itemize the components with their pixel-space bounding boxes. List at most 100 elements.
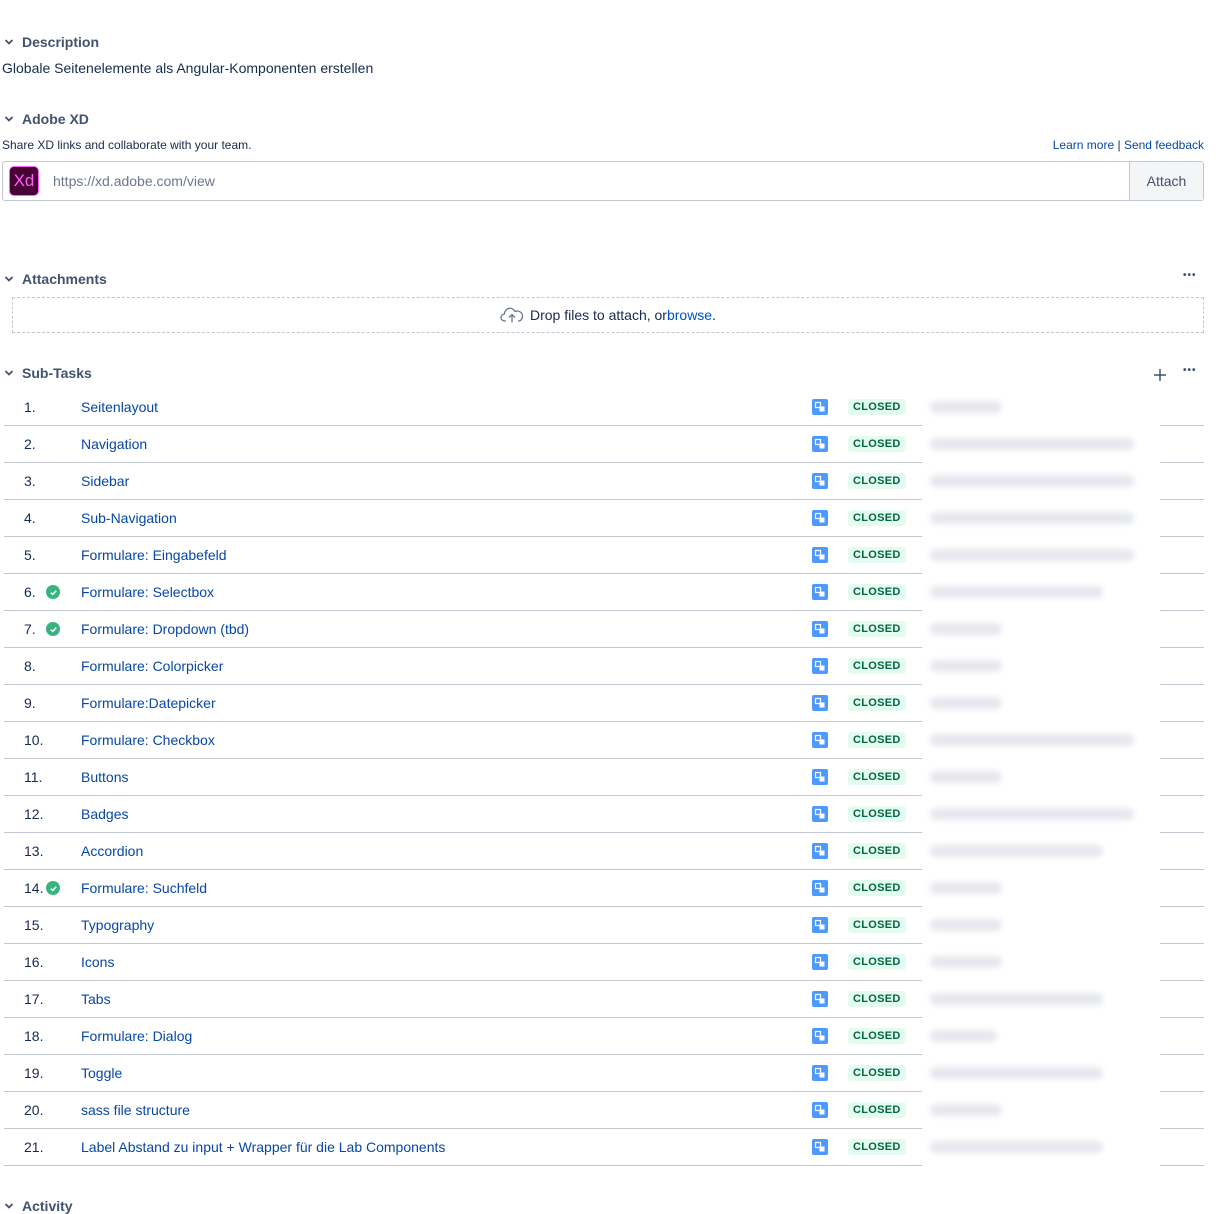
assignee-cell[interactable] [922, 1129, 1160, 1166]
subtasks-header[interactable]: Sub-Tasks [2, 365, 92, 381]
status-badge[interactable]: CLOSED [848, 769, 906, 785]
activity-header[interactable]: Activity [2, 1198, 73, 1214]
subtask-summary-link[interactable]: Sidebar [81, 463, 129, 499]
subtask-row[interactable]: 5. Formulare: Eingabefeld CLOSED [4, 537, 1204, 574]
subtask-summary-link[interactable]: sass file structure [81, 1092, 190, 1128]
subtask-row[interactable]: 17. Tabs CLOSED [4, 981, 1204, 1018]
assignee-cell[interactable] [922, 759, 1160, 796]
subtask-summary-link[interactable]: Formulare:Datepicker [81, 685, 216, 721]
add-subtask-icon[interactable] [1151, 366, 1169, 384]
subtask-summary-link[interactable]: Buttons [81, 759, 128, 795]
subtask-summary-link[interactable]: Formulare: Checkbox [81, 722, 215, 758]
subtask-summary-link[interactable]: Badges [81, 796, 128, 832]
assignee-cell[interactable] [922, 1018, 1160, 1055]
subtask-row[interactable]: 21. Label Abstand zu input + Wrapper für … [4, 1129, 1204, 1166]
subtask-summary-link[interactable]: Toggle [81, 1055, 122, 1091]
status-badge[interactable]: CLOSED [848, 1028, 906, 1044]
adobe-xd-header[interactable]: Adobe XD [2, 111, 89, 127]
status-badge[interactable]: CLOSED [848, 584, 906, 600]
status-badge[interactable]: CLOSED [848, 954, 906, 970]
subtask-summary-link[interactable]: Formulare: Dialog [81, 1018, 192, 1054]
subtask-row[interactable]: 1. Seitenlayout CLOSED [4, 389, 1204, 426]
subtasks-more-icon[interactable]: ••• [1183, 365, 1197, 376]
status-badge[interactable]: CLOSED [848, 880, 906, 896]
subtask-summary-link[interactable]: Navigation [81, 426, 147, 462]
description-text: Globale Seitenelemente als Angular-Kompo… [2, 60, 374, 76]
subtask-row[interactable]: 8. Formulare: Colorpicker CLOSED [4, 648, 1204, 685]
subtask-row[interactable]: 4. Sub-Navigation CLOSED [4, 500, 1204, 537]
subtask-row[interactable]: 15. Typography CLOSED [4, 907, 1204, 944]
status-badge[interactable]: CLOSED [848, 1102, 906, 1118]
assignee-cell[interactable] [922, 796, 1160, 833]
assignee-cell[interactable] [922, 500, 1160, 537]
subtask-row[interactable]: 7. Formulare: Dropdown (tbd) CLOSED [4, 611, 1204, 648]
assignee-cell[interactable] [922, 870, 1160, 907]
subtask-row[interactable]: 13. Accordion CLOSED [4, 833, 1204, 870]
assignee-cell[interactable] [922, 463, 1160, 500]
attachment-dropzone[interactable]: Drop files to attach, or browse. [12, 297, 1204, 333]
status-badge[interactable]: CLOSED [848, 806, 906, 822]
status-badge[interactable]: CLOSED [848, 399, 906, 415]
subtask-row[interactable]: 12. Badges CLOSED [4, 796, 1204, 833]
assignee-cell[interactable] [922, 426, 1160, 463]
subtask-type-icon [812, 843, 828, 859]
assignee-cell[interactable] [922, 944, 1160, 981]
status-badge[interactable]: CLOSED [848, 510, 906, 526]
subtask-summary-link[interactable]: Label Abstand zu input + Wrapper für die… [81, 1129, 445, 1165]
subtask-summary-link[interactable]: Tabs [81, 981, 111, 1017]
subtask-summary-link[interactable]: Formulare: Suchfeld [81, 870, 207, 906]
subtask-row[interactable]: 16. Icons CLOSED [4, 944, 1204, 981]
assignee-cell[interactable] [922, 1092, 1160, 1129]
subtask-summary-link[interactable]: Seitenlayout [81, 389, 158, 425]
xd-url-input[interactable] [39, 162, 1129, 200]
subtask-summary-link[interactable]: Formulare: Dropdown (tbd) [81, 611, 249, 647]
subtask-row[interactable]: 19. Toggle CLOSED [4, 1055, 1204, 1092]
subtask-summary-link[interactable]: Formulare: Selectbox [81, 574, 214, 610]
assignee-cell[interactable] [922, 574, 1160, 611]
status-badge[interactable]: CLOSED [848, 843, 906, 859]
status-badge[interactable]: CLOSED [848, 436, 906, 452]
send-feedback-link[interactable]: Send feedback [1124, 138, 1204, 152]
subtask-summary-link[interactable]: Sub-Navigation [81, 500, 177, 536]
status-badge[interactable]: CLOSED [848, 473, 906, 489]
assignee-cell[interactable] [922, 907, 1160, 944]
assignee-cell[interactable] [922, 648, 1160, 685]
subtask-row[interactable]: 14. Formulare: Suchfeld CLOSED [4, 870, 1204, 907]
subtask-summary-link[interactable]: Icons [81, 944, 114, 980]
assignee-cell[interactable] [922, 833, 1160, 870]
status-badge[interactable]: CLOSED [848, 917, 906, 933]
subtask-row[interactable]: 2. Navigation CLOSED [4, 426, 1204, 463]
attach-button[interactable]: Attach [1129, 162, 1203, 200]
status-badge[interactable]: CLOSED [848, 991, 906, 1007]
assignee-cell[interactable] [922, 611, 1160, 648]
status-badge[interactable]: CLOSED [848, 695, 906, 711]
subtask-row[interactable]: 11. Buttons CLOSED [4, 759, 1204, 796]
status-badge[interactable]: CLOSED [848, 658, 906, 674]
assignee-cell[interactable] [922, 981, 1160, 1018]
subtask-row[interactable]: 6. Formulare: Selectbox CLOSED [4, 574, 1204, 611]
assignee-cell[interactable] [922, 537, 1160, 574]
learn-more-link[interactable]: Learn more [1053, 138, 1114, 152]
subtask-row[interactable]: 9. Formulare:Datepicker CLOSED [4, 685, 1204, 722]
attachments-header[interactable]: Attachments [2, 271, 107, 287]
assignee-cell[interactable] [922, 722, 1160, 759]
subtask-row[interactable]: 10. Formulare: Checkbox CLOSED [4, 722, 1204, 759]
status-badge[interactable]: CLOSED [848, 1065, 906, 1081]
status-badge[interactable]: CLOSED [848, 621, 906, 637]
description-header[interactable]: Description [2, 34, 99, 50]
subtask-row[interactable]: 18. Formulare: Dialog CLOSED [4, 1018, 1204, 1055]
subtask-row[interactable]: 20. sass file structure CLOSED [4, 1092, 1204, 1129]
subtask-summary-link[interactable]: Typography [81, 907, 154, 943]
subtask-summary-link[interactable]: Formulare: Colorpicker [81, 648, 223, 684]
subtask-row[interactable]: 3. Sidebar CLOSED [4, 463, 1204, 500]
assignee-cell[interactable] [922, 1055, 1160, 1092]
subtask-summary-link[interactable]: Formulare: Eingabefeld [81, 537, 227, 573]
status-badge[interactable]: CLOSED [848, 547, 906, 563]
status-badge[interactable]: CLOSED [848, 1139, 906, 1155]
subtask-summary-link[interactable]: Accordion [81, 833, 143, 869]
assignee-cell[interactable] [922, 389, 1160, 426]
assignee-cell[interactable] [922, 685, 1160, 722]
status-badge[interactable]: CLOSED [848, 732, 906, 748]
browse-link[interactable]: browse [667, 307, 712, 323]
attachments-more-icon[interactable]: ••• [1183, 270, 1197, 281]
